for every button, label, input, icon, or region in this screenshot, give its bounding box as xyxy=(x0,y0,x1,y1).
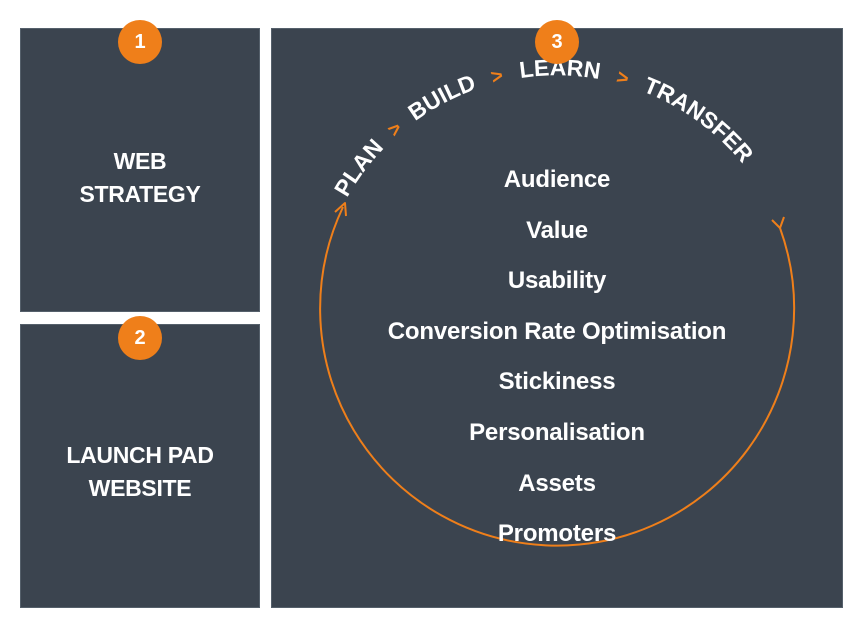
step-badge-1: 1 xyxy=(118,20,162,64)
pillar-cro: Conversion Rate Optimisation xyxy=(387,317,727,345)
step-transfer: TRANSFER xyxy=(640,72,758,168)
separator: > xyxy=(384,117,407,141)
pillar-list: Audience Value Usability Conversion Rate… xyxy=(271,160,843,565)
separator: > xyxy=(489,65,506,89)
pillar-usability: Usability xyxy=(507,267,607,295)
step-badge-2: 2 xyxy=(118,316,162,360)
pillar-audience: Audience xyxy=(503,166,611,193)
step-badge-3: 3 xyxy=(535,20,579,64)
pillar-value: Value xyxy=(526,216,588,244)
step-build: BUILD xyxy=(403,69,479,125)
pillar-promoters: Promoters xyxy=(497,520,617,548)
pillar-stickiness: Stickiness xyxy=(498,368,616,396)
pillar-personalisation: Personalisation xyxy=(469,418,645,446)
pillar-assets: Assets xyxy=(518,469,596,497)
separator: > xyxy=(614,66,631,90)
